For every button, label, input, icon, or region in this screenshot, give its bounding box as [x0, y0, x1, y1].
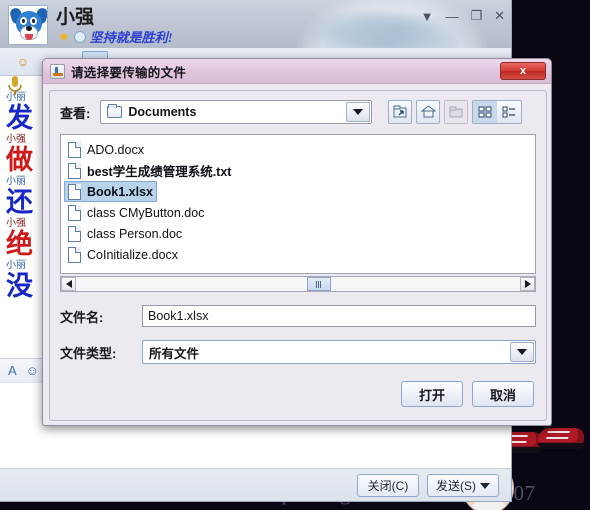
look-in-dropdown-arrow[interactable]: [346, 102, 371, 122]
file-name-label: 文件名:: [60, 309, 104, 325]
file-type-row: 文件类型: 所有文件: [60, 340, 536, 364]
dialog-titlebar: 请选择要传输的文件 x: [43, 59, 551, 84]
qq-minimize-button[interactable]: —: [445, 9, 458, 24]
go-up-folder-button[interactable]: [388, 100, 413, 124]
file-type-value: 所有文件: [149, 346, 200, 361]
emoji-input-icon[interactable]: ☺: [26, 363, 39, 378]
emoji-icon[interactable]: ☺: [10, 51, 36, 72]
close-chat-button[interactable]: 关闭(C): [357, 474, 419, 497]
document-icon: [68, 141, 81, 158]
font-icon[interactable]: A: [8, 363, 17, 378]
dialog-close-button[interactable]: x: [500, 62, 546, 80]
view-toggle-group: [472, 100, 523, 124]
list-item[interactable]: CoInitialize.docx: [64, 244, 182, 265]
qq-titlebar: 小强 ★ 坚持就是胜利! ▼ — ❐ ✕: [0, 0, 511, 48]
scrollbar-thumb[interactable]: [306, 277, 331, 291]
qq-footer: 关闭(C) 发送(S): [0, 468, 511, 501]
document-icon: [68, 246, 81, 263]
star-icon: ★: [58, 29, 70, 44]
list-item[interactable]: best学生成绩管理系统.txt: [64, 160, 235, 181]
list-item-selected[interactable]: Book1.xlsx: [64, 181, 158, 202]
document-icon: [68, 204, 81, 221]
file-name: class CMyButton.doc: [87, 205, 205, 220]
dialog-content: 查看: Documents ADO.docx best学生成绩管理系统.txt …: [49, 90, 547, 421]
horizontal-scrollbar[interactable]: [60, 276, 536, 292]
scrollbar-track[interactable]: [76, 277, 520, 291]
qq-window-controls: ▼ — ❐ ✕: [421, 8, 505, 24]
file-name: CoInitialize.docx: [87, 247, 179, 262]
qq-nickname: 小强: [56, 7, 95, 28]
new-folder-button: [444, 100, 469, 124]
file-type-combo[interactable]: 所有文件: [142, 340, 536, 364]
send-label: 发送(S): [436, 479, 476, 493]
look-in-row: 查看: Documents: [60, 100, 536, 124]
qq-avatar-icon[interactable]: [8, 5, 48, 45]
leaf-icon: [73, 30, 86, 43]
file-name-row: 文件名: Book1.xlsx: [60, 305, 536, 327]
file-list-container[interactable]: ADO.docx best学生成绩管理系统.txt Book1.xlsx cla…: [60, 134, 536, 274]
file-chooser-dialog: 请选择要传输的文件 x 查看: Documents ADO.docx best学…: [42, 58, 552, 426]
file-name: Book1.xlsx: [87, 184, 154, 199]
file-name-input[interactable]: Book1.xlsx: [142, 305, 536, 327]
file-type-dropdown-arrow[interactable]: [510, 342, 534, 362]
dialog-buttons: 打开 取消: [60, 381, 536, 407]
open-button[interactable]: 打开: [401, 381, 463, 407]
scroll-right-button[interactable]: [520, 277, 535, 291]
chevron-down-icon[interactable]: [480, 482, 490, 489]
qq-close-button[interactable]: ✕: [494, 8, 505, 24]
file-type-label: 文件类型:: [60, 345, 117, 361]
close-chat-label: 关闭(C): [367, 479, 409, 493]
shoe-graphic-right: [538, 428, 584, 449]
java-coffee-icon: [50, 63, 65, 79]
microphone-icon: [8, 76, 22, 95]
list-view-button[interactable]: [473, 101, 498, 123]
look-in-combo[interactable]: Documents: [100, 100, 373, 124]
qq-signature: 坚持就是胜利!: [89, 30, 173, 45]
qq-menu-caret-icon[interactable]: ▼: [421, 9, 434, 24]
file-name: ADO.docx: [87, 142, 144, 157]
document-icon: [68, 225, 81, 242]
document-icon: [68, 183, 81, 200]
file-name: best学生成绩管理系统.txt: [87, 165, 232, 179]
details-view-button[interactable]: [497, 101, 522, 123]
file-list: ADO.docx best学生成绩管理系统.txt Book1.xlsx cla…: [61, 135, 535, 265]
look-in-label: 查看:: [60, 105, 91, 121]
look-in-value: Documents: [128, 105, 197, 119]
screen: http://blog.csdn.net/012027907 小强 ★ 坚持就是…: [0, 0, 590, 510]
qq-maximize-button[interactable]: ❐: [470, 8, 482, 24]
document-icon: [68, 162, 81, 179]
qq-signature-row: ★ 坚持就是胜利!: [58, 27, 173, 46]
home-button[interactable]: [416, 100, 441, 124]
folder-icon: [107, 104, 123, 118]
list-item[interactable]: class CMyButton.doc: [64, 202, 208, 223]
dialog-toolbar: [388, 100, 523, 124]
list-item[interactable]: ADO.docx: [64, 139, 148, 160]
list-item[interactable]: class Person.doc: [64, 223, 186, 244]
dialog-title: 请选择要传输的文件: [71, 65, 187, 80]
scroll-left-button[interactable]: [61, 277, 76, 291]
cancel-button[interactable]: 取消: [472, 381, 534, 407]
send-button[interactable]: 发送(S): [427, 474, 499, 497]
file-name: class Person.doc: [87, 226, 183, 241]
